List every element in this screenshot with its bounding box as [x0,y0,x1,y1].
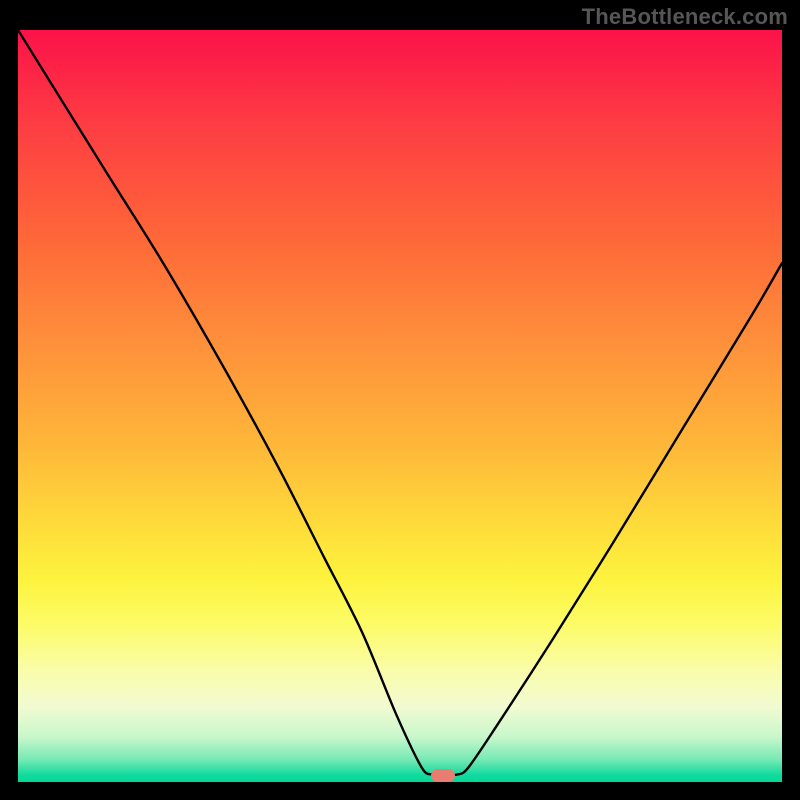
chart-container: TheBottleneck.com [0,0,800,800]
curve-layer [18,30,782,782]
bottleneck-curve [18,30,782,775]
plot-area [18,30,782,782]
optimal-point-marker [431,769,455,782]
watermark-text: TheBottleneck.com [582,4,788,30]
